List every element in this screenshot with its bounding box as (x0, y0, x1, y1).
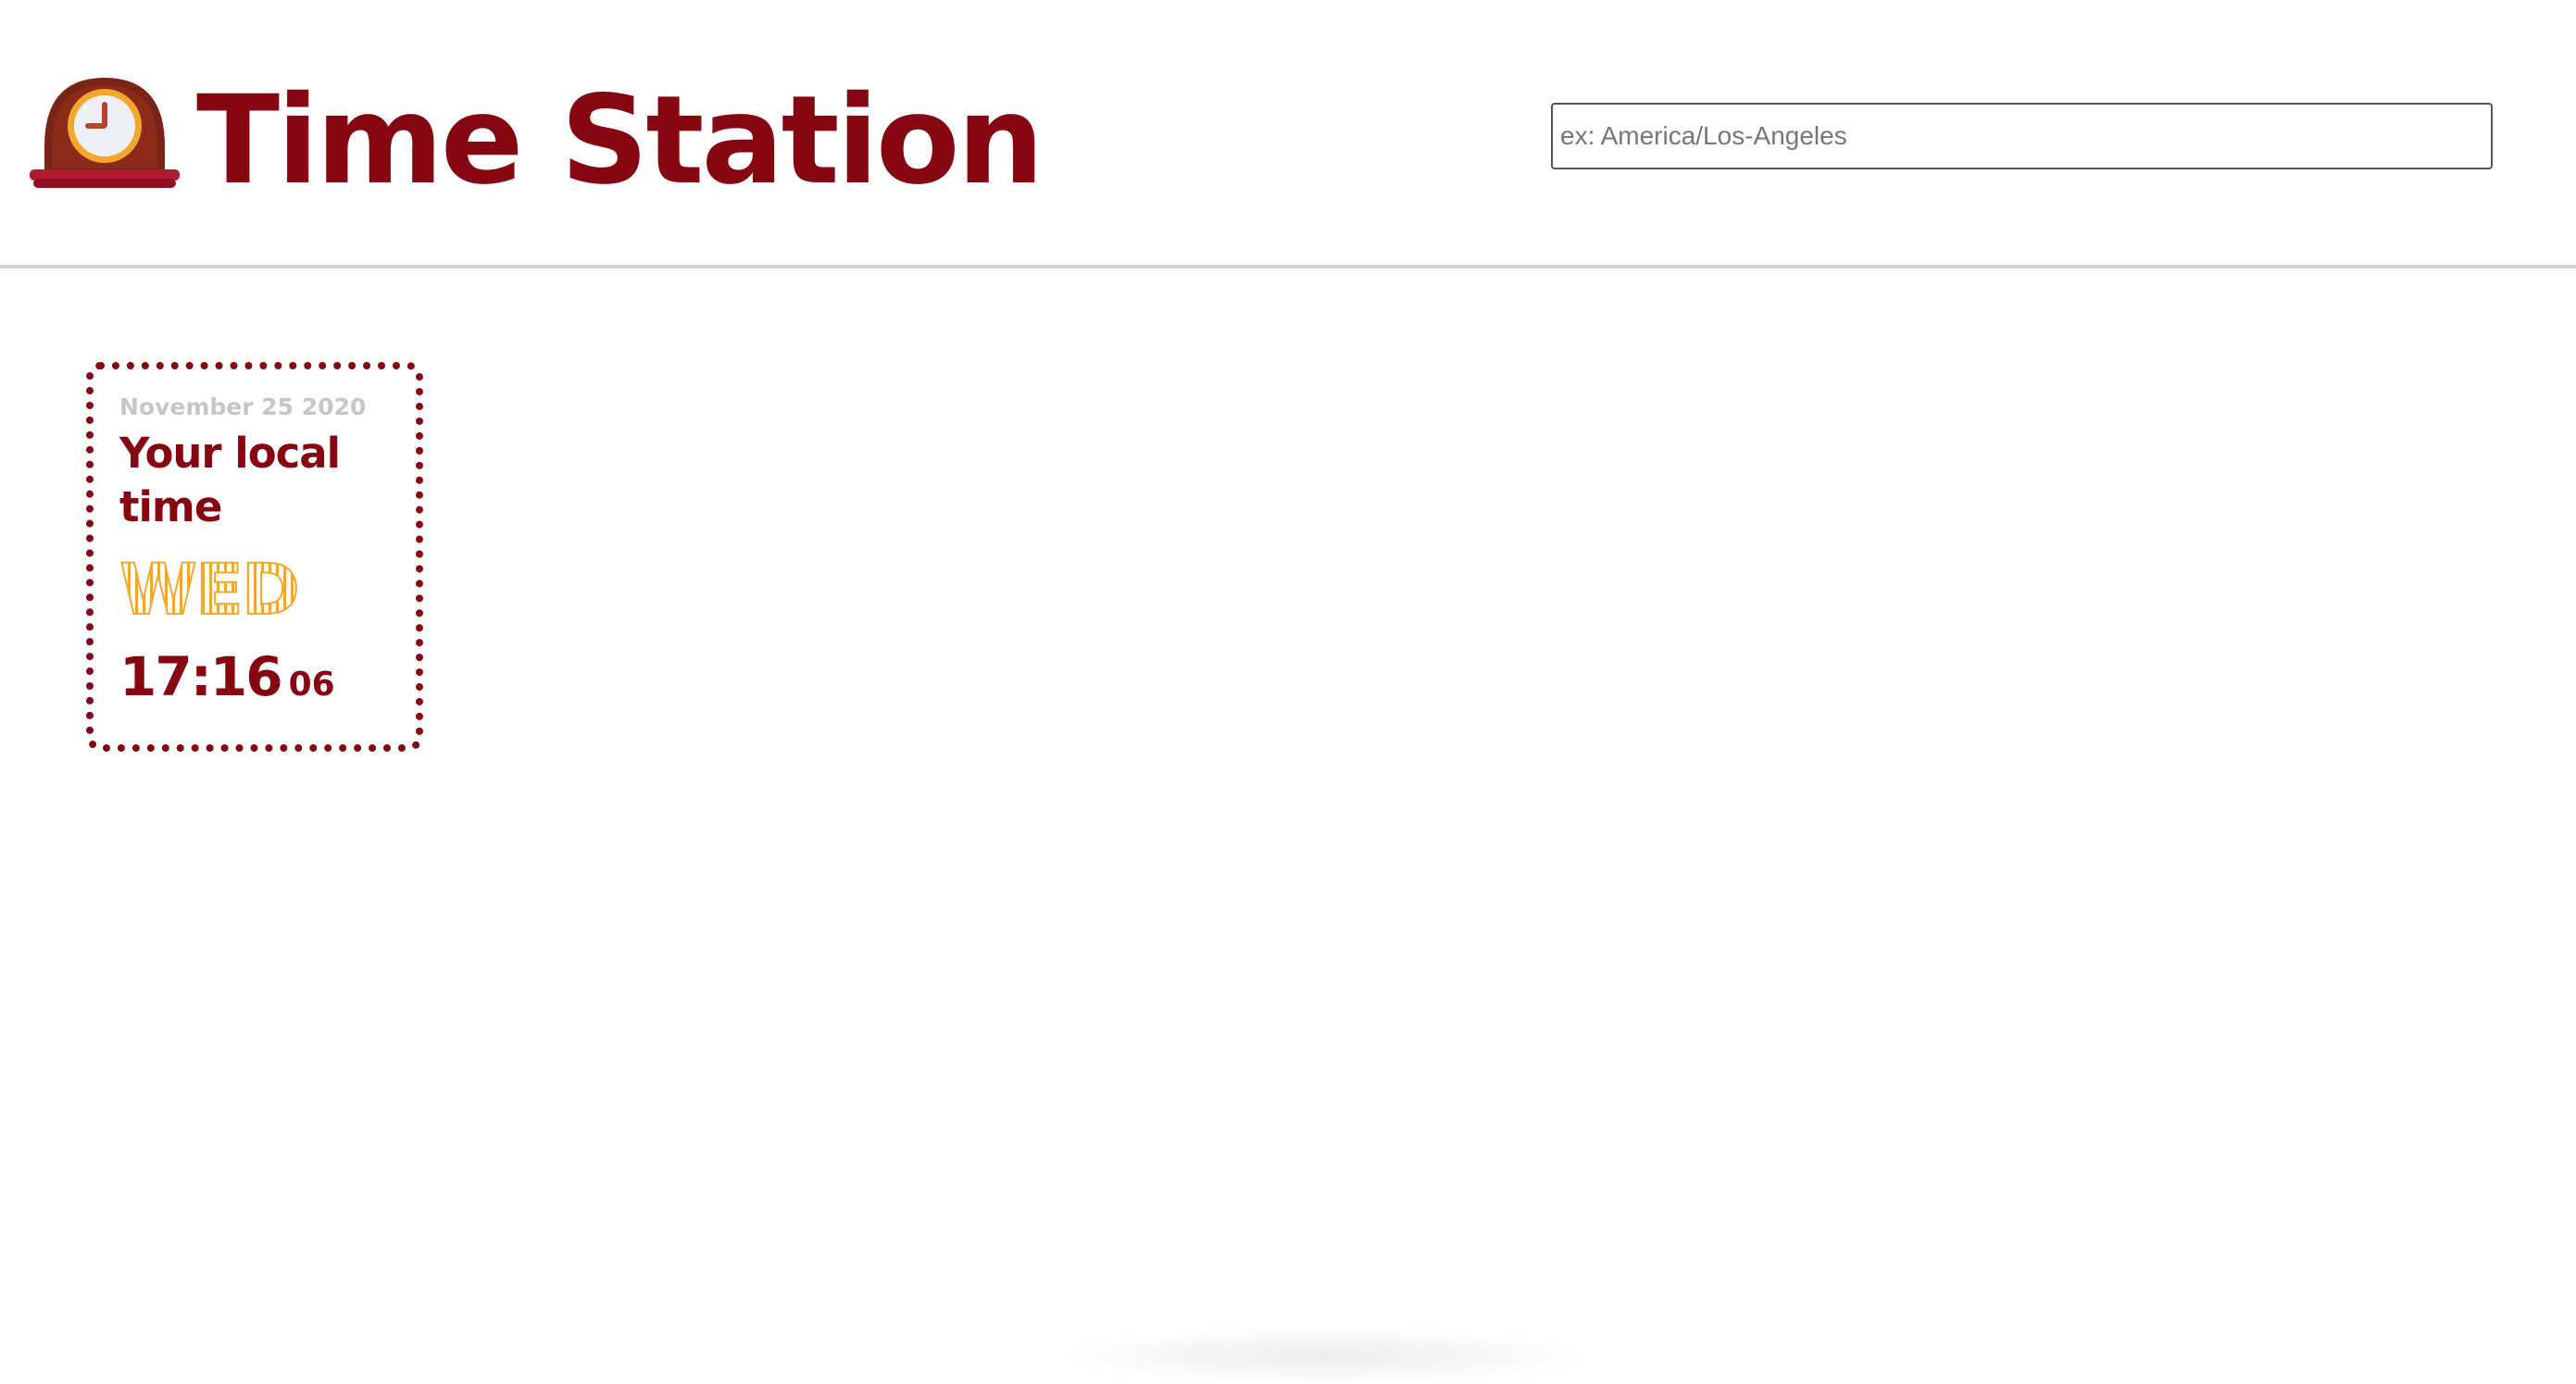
clock-seconds: 06 (288, 666, 335, 704)
clock-label: Your local time (119, 429, 341, 531)
clock-weekday-text: WED (119, 555, 298, 619)
timezone-search-input[interactable] (1551, 103, 2493, 169)
clock-card: November 25 2020 Your local time WED 17:… (86, 362, 423, 752)
clock-weekday: WED (119, 555, 395, 627)
site-header: Time Station (0, 0, 2576, 268)
clock-hours-minutes: 17:16 (119, 645, 283, 708)
clock-date: November 25 2020 (119, 393, 367, 420)
clock-time: 17:16 06 (119, 645, 395, 708)
bottom-shadow (1065, 1328, 1583, 1384)
mantelpiece-clock-icon[interactable] (28, 74, 181, 194)
site-title[interactable]: Time Station (196, 67, 1044, 215)
